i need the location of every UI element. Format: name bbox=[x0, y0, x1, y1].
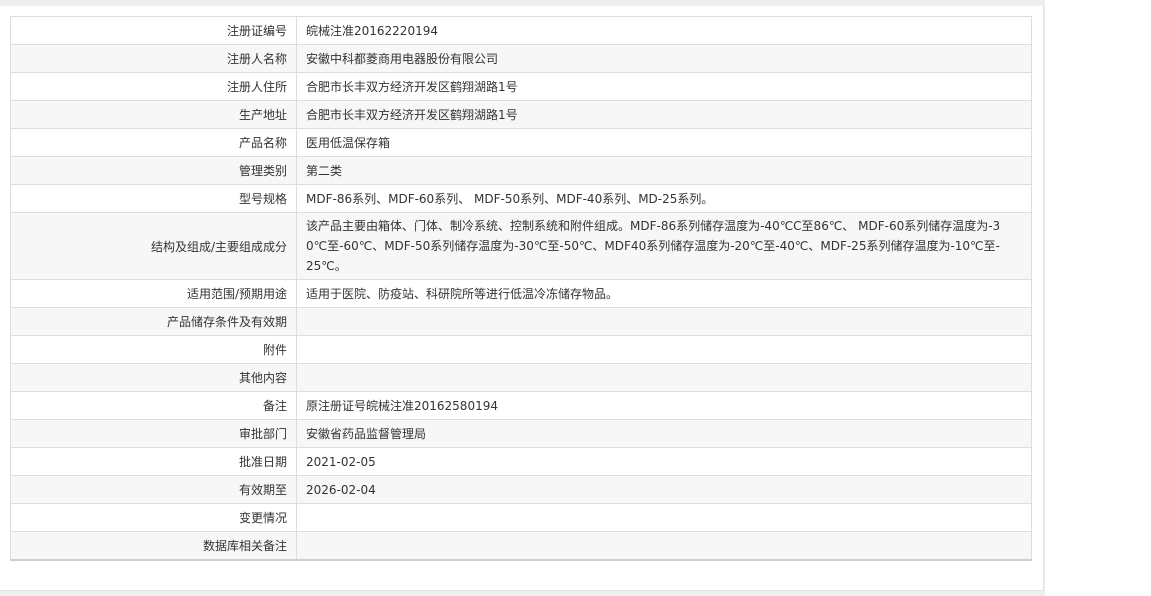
row-label: 适用范围/预期用途 bbox=[10, 279, 297, 308]
row-value: 第二类 bbox=[296, 156, 1032, 185]
table-row-approval-department: 审批部门 安徽省药品监督管理局 bbox=[10, 419, 1032, 448]
row-label: 备注 bbox=[10, 391, 297, 420]
row-value: 皖械注准20162220194 bbox=[296, 16, 1032, 45]
row-value: 合肥市长丰双方经济开发区鹤翔湖路1号 bbox=[296, 72, 1032, 101]
table-row-model-spec: 型号规格 MDF-86系列、MDF-60系列、 MDF-50系列、MDF-40系… bbox=[10, 184, 1032, 213]
row-value: 2021-02-05 bbox=[296, 447, 1032, 476]
row-value bbox=[296, 531, 1032, 561]
table-row-remarks: 备注 原注册证号皖械注准20162580194 bbox=[10, 391, 1032, 420]
row-value: 该产品主要由箱体、门体、制冷系统、控制系统和附件组成。MDF-86系列储存温度为… bbox=[296, 212, 1032, 280]
row-label: 产品储存条件及有效期 bbox=[10, 307, 297, 336]
row-value: 2026-02-04 bbox=[296, 475, 1032, 504]
row-label: 结构及组成/主要组成成分 bbox=[10, 212, 297, 280]
row-value: 原注册证号皖械注准20162580194 bbox=[296, 391, 1032, 420]
table-row-registrant-name: 注册人名称 安徽中科都菱商用电器股份有限公司 bbox=[10, 44, 1032, 73]
row-label: 注册证编号 bbox=[10, 16, 297, 45]
table-row-registrant-address: 注册人住所 合肥市长丰双方经济开发区鹤翔湖路1号 bbox=[10, 72, 1032, 101]
row-label: 生产地址 bbox=[10, 100, 297, 129]
table-row-structure-composition: 结构及组成/主要组成成分 该产品主要由箱体、门体、制冷系统、控制系统和附件组成。… bbox=[10, 212, 1032, 280]
row-value: 安徽省药品监督管理局 bbox=[296, 419, 1032, 448]
table-row-attachments: 附件 bbox=[10, 335, 1032, 364]
table-row-other-content: 其他内容 bbox=[10, 363, 1032, 392]
table-row-production-address: 生产地址 合肥市长丰双方经济开发区鹤翔湖路1号 bbox=[10, 100, 1032, 129]
table-row-storage-validity: 产品储存条件及有效期 bbox=[10, 307, 1032, 336]
row-label: 变更情况 bbox=[10, 503, 297, 532]
registration-detail-table: 注册证编号 皖械注准20162220194 注册人名称 安徽中科都菱商用电器股份… bbox=[10, 16, 1032, 561]
table-row-registration-number: 注册证编号 皖械注准20162220194 bbox=[10, 16, 1032, 45]
table-row-management-category: 管理类别 第二类 bbox=[10, 156, 1032, 185]
table-row-approval-date: 批准日期 2021-02-05 bbox=[10, 447, 1032, 476]
row-value: MDF-86系列、MDF-60系列、 MDF-50系列、MDF-40系列、MD-… bbox=[296, 184, 1032, 213]
row-label: 其他内容 bbox=[10, 363, 297, 392]
row-label: 型号规格 bbox=[10, 184, 297, 213]
row-value bbox=[296, 307, 1032, 336]
row-value: 合肥市长丰双方经济开发区鹤翔湖路1号 bbox=[296, 100, 1032, 129]
table-row-change-status: 变更情况 bbox=[10, 503, 1032, 532]
detail-panel: 注册证编号 皖械注准20162220194 注册人名称 安徽中科都菱商用电器股份… bbox=[0, 6, 1044, 591]
row-label: 数据库相关备注 bbox=[10, 531, 297, 561]
row-label: 有效期至 bbox=[10, 475, 297, 504]
row-label: 注册人名称 bbox=[10, 44, 297, 73]
table-row-valid-until: 有效期至 2026-02-04 bbox=[10, 475, 1032, 504]
table-row-intended-use: 适用范围/预期用途 适用于医院、防疫站、科研院所等进行低温冷冻储存物品。 bbox=[10, 279, 1032, 308]
row-value bbox=[296, 335, 1032, 364]
row-value: 医用低温保存箱 bbox=[296, 128, 1032, 157]
table-row-product-name: 产品名称 医用低温保存箱 bbox=[10, 128, 1032, 157]
row-label: 注册人住所 bbox=[10, 72, 297, 101]
row-value bbox=[296, 363, 1032, 392]
row-label: 管理类别 bbox=[10, 156, 297, 185]
row-value bbox=[296, 503, 1032, 532]
table-row-database-remarks: 数据库相关备注 bbox=[10, 531, 1032, 561]
row-label: 批准日期 bbox=[10, 447, 297, 476]
row-value: 安徽中科都菱商用电器股份有限公司 bbox=[296, 44, 1032, 73]
row-label: 产品名称 bbox=[10, 128, 297, 157]
row-label: 附件 bbox=[10, 335, 297, 364]
row-label: 审批部门 bbox=[10, 419, 297, 448]
page-background: 注册证编号 皖械注准20162220194 注册人名称 安徽中科都菱商用电器股份… bbox=[0, 0, 1045, 596]
row-value: 适用于医院、防疫站、科研院所等进行低温冷冻储存物品。 bbox=[296, 279, 1032, 308]
